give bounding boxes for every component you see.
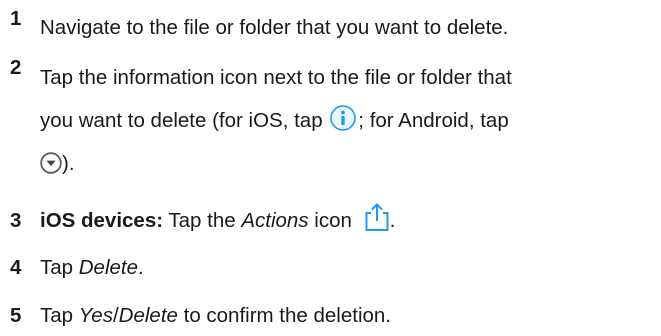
dropdown-circle-icon xyxy=(40,151,62,174)
step-3: 3 iOS devices: Tap the Actions icon . xyxy=(10,196,655,242)
step-text: ). xyxy=(62,152,75,175)
step-2: 2 Tap the information icon next to the f… xyxy=(10,56,655,185)
step-1: 1 Navigate to the file or folder that yo… xyxy=(10,7,655,48)
step-text: Tap the information icon next to the fil… xyxy=(40,66,512,89)
step-number: 4 xyxy=(10,256,22,279)
step-bold-label: iOS devices: xyxy=(40,209,164,232)
step-text-line: Tap Yes/Delete to confirm the deletion. xyxy=(40,295,655,336)
step-text: ; for Android, tap xyxy=(358,109,509,132)
step-italic-text: Delete xyxy=(118,304,178,327)
step-italic-text: Delete xyxy=(78,256,139,279)
step-text-line: Tap Delete. xyxy=(40,247,655,288)
step-list: 1 Navigate to the file or folder that yo… xyxy=(10,0,655,336)
step-text: icon xyxy=(308,209,358,232)
share-icon xyxy=(365,202,389,231)
step-text: Tap the xyxy=(163,209,242,232)
step-text: Tap xyxy=(40,256,79,279)
step-text: . xyxy=(389,209,396,232)
step-text-line: you want to delete (for iOS, tap ; for A… xyxy=(40,99,655,142)
step-text-line: iOS devices: Tap the Actions icon . xyxy=(40,196,655,242)
step-text: you want to delete (for iOS, tap xyxy=(40,109,329,132)
step-text: . xyxy=(138,256,144,279)
step-number: 1 xyxy=(10,7,22,30)
step-italic-text: Yes xyxy=(78,304,113,327)
step-5: 5 Tap Yes/Delete to confirm the deletion… xyxy=(10,295,655,336)
info-icon xyxy=(330,104,357,131)
step-4: 4 Tap Delete. xyxy=(10,247,655,288)
step-text-line: Tap the information icon next to the fil… xyxy=(40,56,655,99)
step-text: to confirm the deletion. xyxy=(177,304,392,327)
step-number: 3 xyxy=(10,209,22,232)
step-text: Navigate to the file or folder that you … xyxy=(40,16,509,39)
step-text: Tap xyxy=(40,304,79,327)
step-number: 5 xyxy=(10,304,22,327)
step-italic-text: Actions xyxy=(241,209,309,232)
step-text-line: ). xyxy=(40,142,655,185)
step-text: Navigate to the file or folder that you … xyxy=(40,7,655,48)
step-number: 2 xyxy=(10,56,22,79)
